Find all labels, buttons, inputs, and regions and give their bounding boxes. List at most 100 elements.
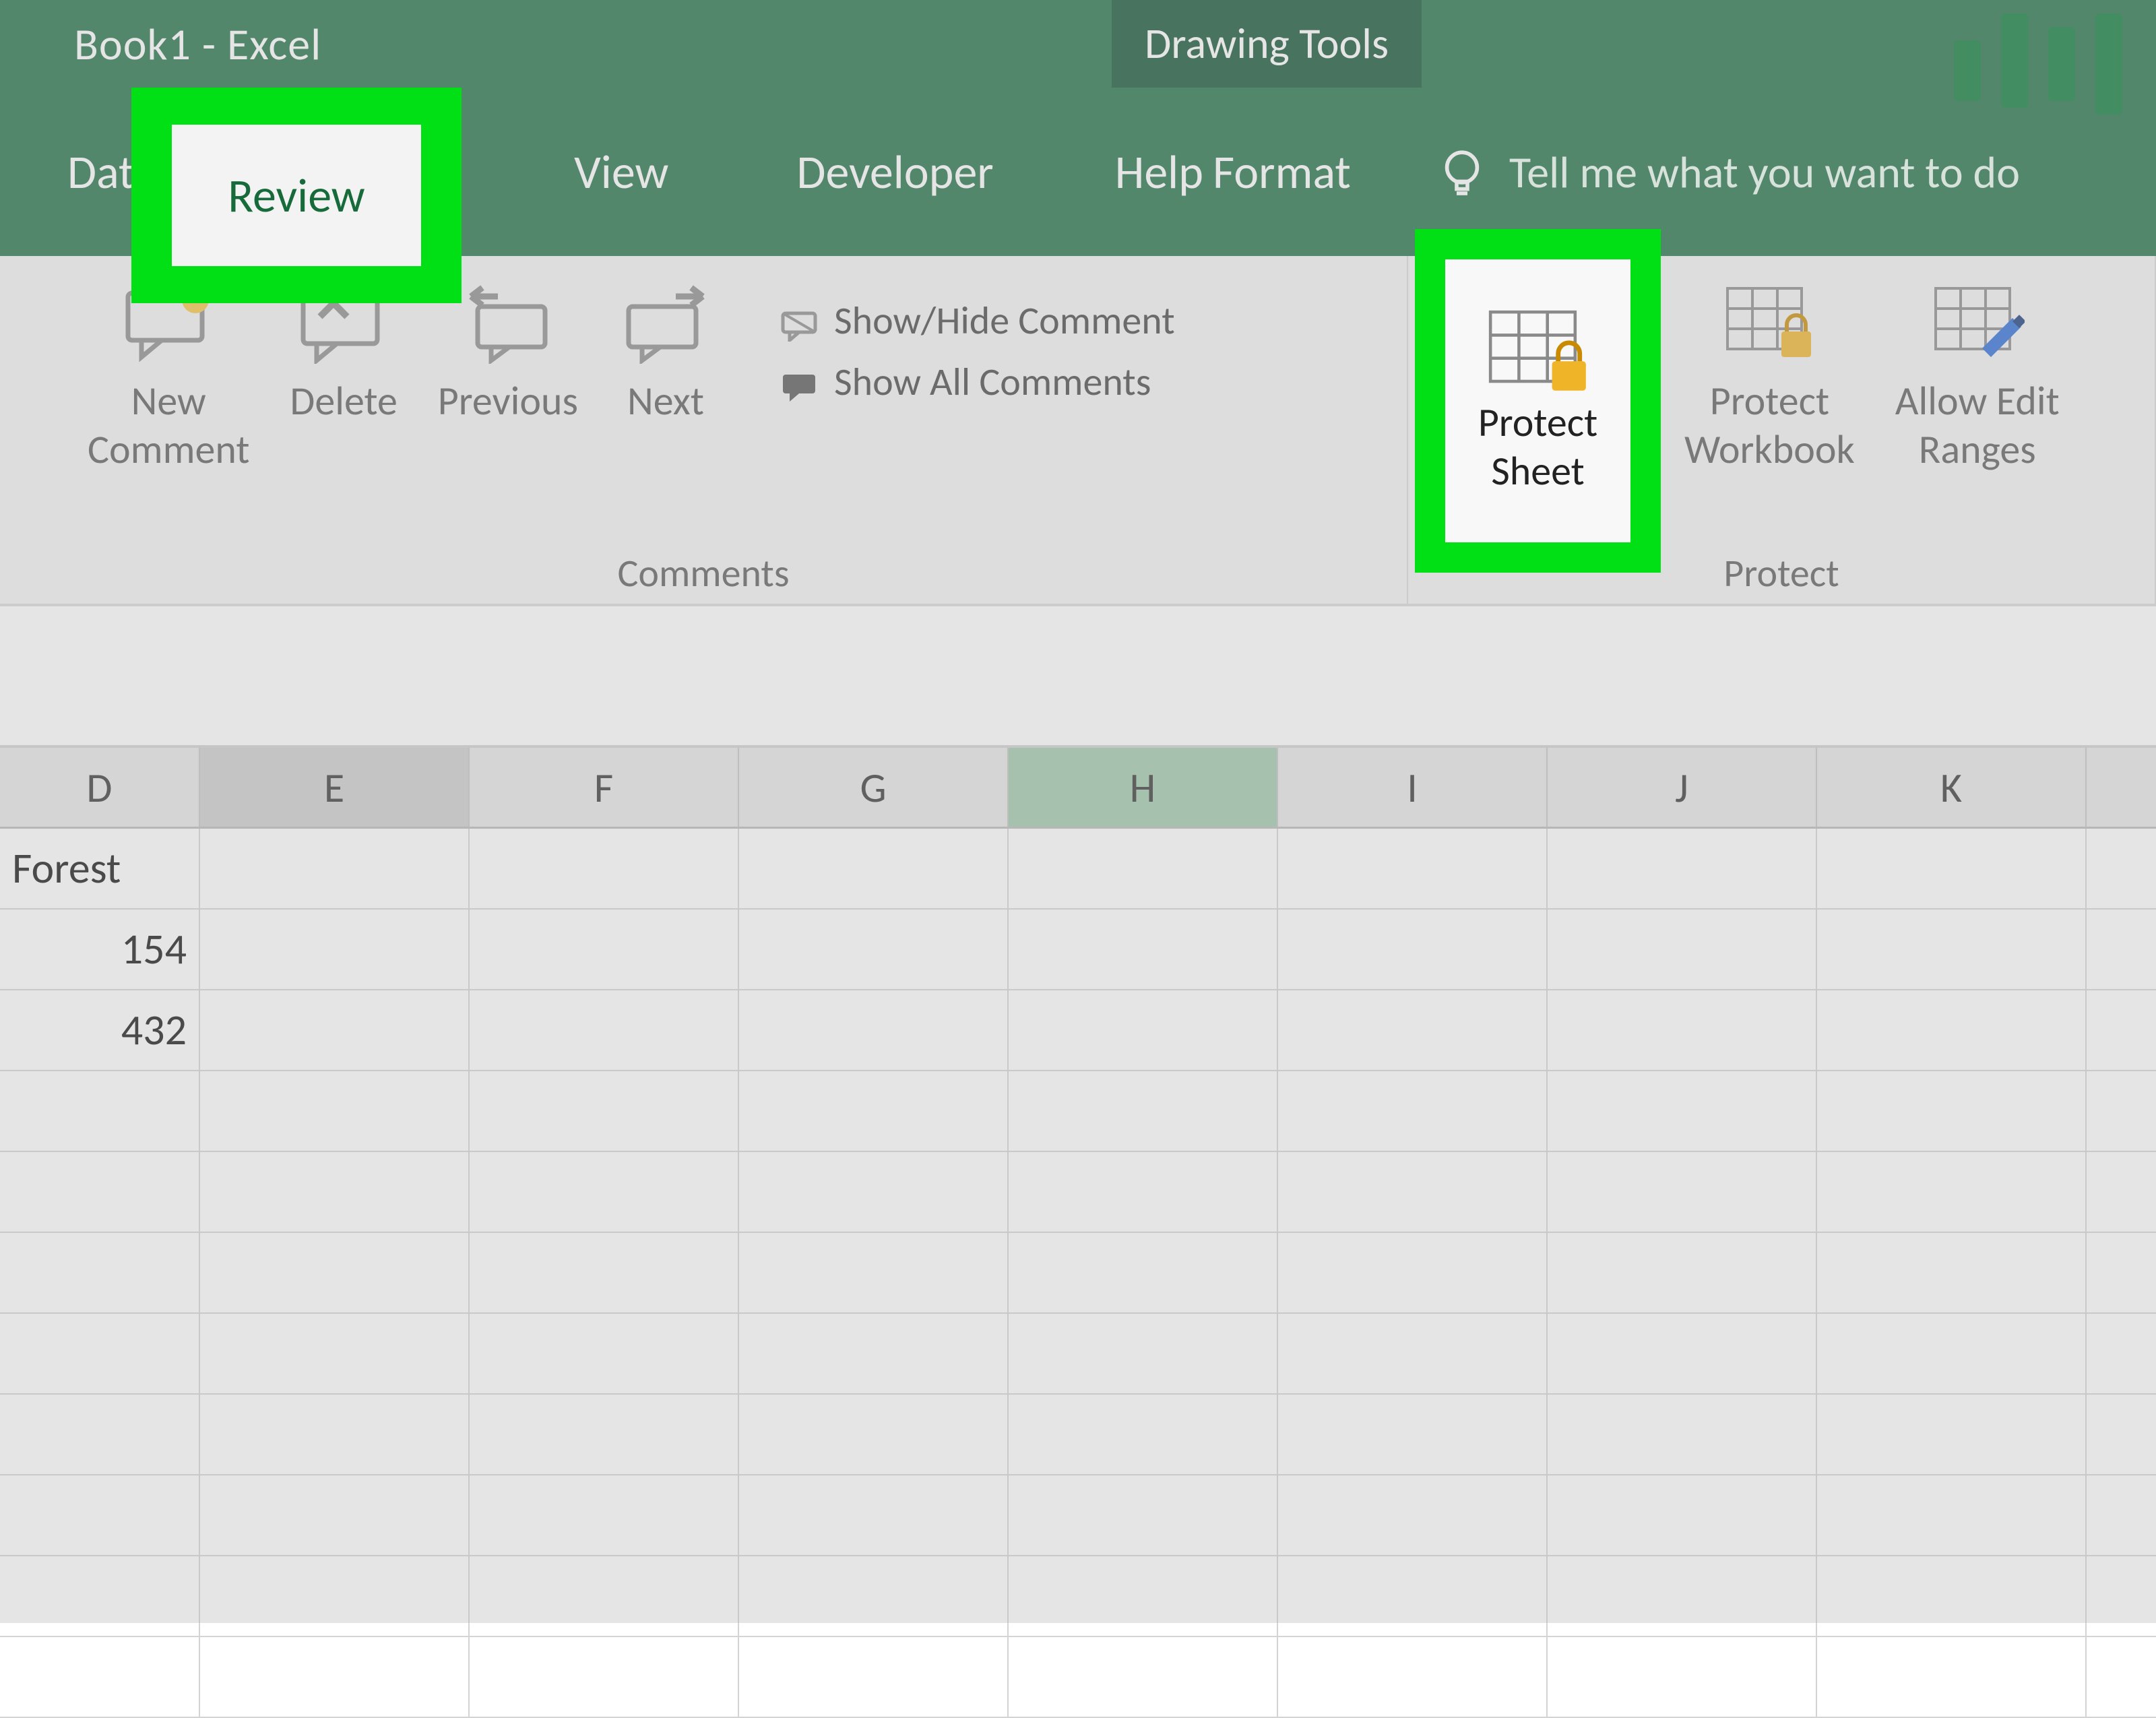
show-all-comments-button[interactable]: Show All Comments [760, 358, 1195, 406]
cell-I5[interactable] [1278, 1152, 1548, 1232]
cell-I9[interactable] [1278, 1475, 1548, 1555]
cell-G6[interactable] [739, 1233, 1009, 1312]
cell-G5[interactable] [739, 1152, 1009, 1232]
cell-I7[interactable] [1278, 1314, 1548, 1393]
cell-I10[interactable] [1278, 1556, 1548, 1636]
tell-me-search[interactable]: Tell me what you want to do [1435, 145, 2020, 199]
cell-I8[interactable] [1278, 1395, 1548, 1474]
protect-sheet-button[interactable]: Protect Sheet [1445, 259, 1630, 542]
cell-F4[interactable] [470, 1071, 739, 1151]
cell-K10[interactable] [1817, 1556, 2087, 1636]
cell-D4[interactable] [0, 1071, 200, 1151]
cell-H3[interactable] [1009, 990, 1278, 1070]
cell-E11[interactable] [200, 1637, 470, 1717]
cell-F11[interactable] [470, 1637, 739, 1717]
cell-D2[interactable]: 154 [0, 910, 200, 989]
cell-J8[interactable] [1548, 1395, 1817, 1474]
col-header-F[interactable]: F [470, 748, 739, 827]
cell-J6[interactable] [1548, 1233, 1817, 1312]
allow-edit-ranges-button[interactable]: Allow Edit Ranges [1875, 276, 2080, 481]
col-header-D[interactable]: D [0, 748, 200, 827]
cell-D10[interactable] [0, 1556, 200, 1636]
cell-F3[interactable] [470, 990, 739, 1070]
cell-H6[interactable] [1009, 1233, 1278, 1312]
cell-I2[interactable] [1278, 910, 1548, 989]
cell-E9[interactable] [200, 1475, 470, 1555]
cell-G8[interactable] [739, 1395, 1009, 1474]
cell-E7[interactable] [200, 1314, 470, 1393]
new-comment-button[interactable]: New Comment [67, 276, 270, 481]
cell-G11[interactable] [739, 1637, 1009, 1717]
cell-K1[interactable] [1817, 829, 2087, 908]
cell-E2[interactable] [200, 910, 470, 989]
cell-G9[interactable] [739, 1475, 1009, 1555]
cell-K7[interactable] [1817, 1314, 2087, 1393]
cell-F10[interactable] [470, 1556, 739, 1636]
cell-D11[interactable] [0, 1637, 200, 1717]
cell-F1[interactable] [470, 829, 739, 908]
cell-E4[interactable] [200, 1071, 470, 1151]
cell-H10[interactable] [1009, 1556, 1278, 1636]
protect-workbook-button[interactable]: Protect Workbook [1664, 276, 1875, 481]
cell-H11[interactable] [1009, 1637, 1278, 1717]
cell-J11[interactable] [1548, 1637, 1817, 1717]
cell-K6[interactable] [1817, 1233, 2087, 1312]
cell-D5[interactable] [0, 1152, 200, 1232]
cell-G10[interactable] [739, 1556, 1009, 1636]
cell-F5[interactable] [470, 1152, 739, 1232]
cell-D7[interactable] [0, 1314, 200, 1393]
cell-E8[interactable] [200, 1395, 470, 1474]
cell-K3[interactable] [1817, 990, 2087, 1070]
cell-G2[interactable] [739, 910, 1009, 989]
cell-J9[interactable] [1548, 1475, 1817, 1555]
cell-H7[interactable] [1009, 1314, 1278, 1393]
cell-K9[interactable] [1817, 1475, 2087, 1555]
cell-K11[interactable] [1817, 1637, 2087, 1717]
tab-view[interactable]: View [534, 123, 709, 221]
cell-E1[interactable] [200, 829, 470, 908]
cell-J4[interactable] [1548, 1071, 1817, 1151]
cell-H2[interactable] [1009, 910, 1278, 989]
tab-format[interactable]: Format [1172, 123, 1391, 221]
col-header-K[interactable]: K [1817, 748, 2087, 827]
cell-F6[interactable] [470, 1233, 739, 1312]
cell-E3[interactable] [200, 990, 470, 1070]
cell-D6[interactable] [0, 1233, 200, 1312]
cell-I1[interactable] [1278, 829, 1548, 908]
cell-J7[interactable] [1548, 1314, 1817, 1393]
cell-F2[interactable] [470, 910, 739, 989]
tab-developer[interactable]: Developer [756, 123, 1034, 221]
cell-J1[interactable] [1548, 829, 1817, 908]
cell-I11[interactable] [1278, 1637, 1548, 1717]
cell-H9[interactable] [1009, 1475, 1278, 1555]
col-header-G[interactable]: G [739, 748, 1009, 827]
cell-D8[interactable] [0, 1395, 200, 1474]
cell-K4[interactable] [1817, 1071, 2087, 1151]
cell-H1[interactable] [1009, 829, 1278, 908]
col-header-E[interactable]: E [200, 748, 470, 827]
cell-D1[interactable]: Forest [0, 829, 200, 908]
cell-E6[interactable] [200, 1233, 470, 1312]
cell-E10[interactable] [200, 1556, 470, 1636]
cell-J2[interactable] [1548, 910, 1817, 989]
cell-D9[interactable] [0, 1475, 200, 1555]
col-header-I[interactable]: I [1278, 748, 1548, 827]
cell-E5[interactable] [200, 1152, 470, 1232]
cell-K2[interactable] [1817, 910, 2087, 989]
cell-H8[interactable] [1009, 1395, 1278, 1474]
next-comment-button[interactable]: Next [598, 276, 733, 433]
tab-review[interactable]: Review [172, 125, 421, 266]
cell-I3[interactable] [1278, 990, 1548, 1070]
cell-G1[interactable] [739, 829, 1009, 908]
cell-G4[interactable] [739, 1071, 1009, 1151]
col-header-J[interactable]: J [1548, 748, 1817, 827]
cell-J3[interactable] [1548, 990, 1817, 1070]
cell-K8[interactable] [1817, 1395, 2087, 1474]
cell-D3[interactable]: 432 [0, 990, 200, 1070]
cell-F8[interactable] [470, 1395, 739, 1474]
cell-J5[interactable] [1548, 1152, 1817, 1232]
cell-H4[interactable] [1009, 1071, 1278, 1151]
cell-K5[interactable] [1817, 1152, 2087, 1232]
cell-F9[interactable] [470, 1475, 739, 1555]
cell-G3[interactable] [739, 990, 1009, 1070]
